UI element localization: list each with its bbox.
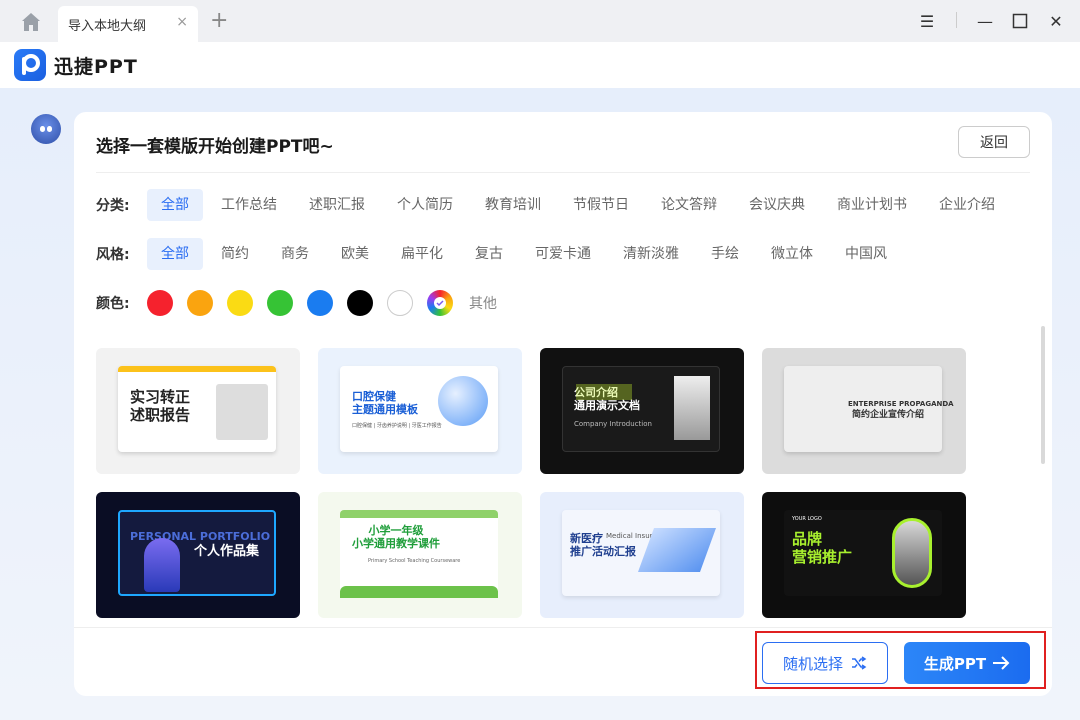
- style-filter: 风格: 全部 简约 商务 欧美 扁平化 复古 可爱卡通 清新淡雅 手绘 微立体 …: [96, 238, 905, 270]
- template-title: 口腔保健 主题通用模板: [352, 390, 418, 417]
- color-swatch-red[interactable]: [147, 290, 173, 316]
- template-card[interactable]: YOUR LOGO 品牌 营销推广: [762, 492, 966, 618]
- style-chip[interactable]: 微立体: [757, 238, 827, 270]
- template-subtitle: ENTERPRISE PROPAGANDA: [848, 400, 954, 408]
- template-card[interactable]: 口腔保健 主题通用模板 口腔保健 | 牙齿养护说明 | 牙医工作报告: [318, 348, 522, 474]
- color-swatch-blue[interactable]: [307, 290, 333, 316]
- category-chip-all[interactable]: 全部: [147, 189, 203, 221]
- minimize-icon[interactable]: —: [974, 10, 996, 32]
- style-chip[interactable]: 扁平化: [387, 238, 457, 270]
- template-title: 个人作品集: [194, 544, 260, 559]
- home-icon[interactable]: [20, 12, 42, 32]
- template-title: 品牌 营销推广: [792, 530, 853, 566]
- template-card[interactable]: 新医疗 推广活动汇报 Medical Insurance: [540, 492, 744, 618]
- add-tab-icon[interactable]: +: [210, 10, 228, 32]
- window-separator: [956, 12, 957, 28]
- template-card[interactable]: 公司介绍 通用演示文档 Company Introduction: [540, 348, 744, 474]
- category-chip[interactable]: 述职汇报: [295, 189, 379, 221]
- category-chip[interactable]: 论文答辩: [647, 189, 731, 221]
- style-chip-all[interactable]: 全部: [147, 238, 203, 270]
- footer-divider: [74, 627, 1052, 628]
- tab-import-outline[interactable]: 导入本地大纲 ×: [58, 6, 198, 42]
- style-chip[interactable]: 可爱卡通: [521, 238, 605, 270]
- menu-icon[interactable]: ☰: [916, 10, 938, 32]
- divider: [96, 172, 1030, 173]
- category-chip[interactable]: 商业计划书: [823, 189, 921, 221]
- style-chip[interactable]: 手绘: [697, 238, 753, 270]
- template-subtitle: 口腔保健 | 牙齿养护说明 | 牙医工作报告: [352, 423, 442, 429]
- color-swatch-green[interactable]: [267, 290, 293, 316]
- template-card[interactable]: 小学一年级 小学通用教学课件 Primary School Teaching C…: [318, 492, 522, 618]
- style-chip[interactable]: 简约: [207, 238, 263, 270]
- color-swatch-yellow[interactable]: [227, 290, 253, 316]
- tab-close-icon[interactable]: ×: [176, 14, 188, 30]
- color-filter: 颜色: 其他: [96, 287, 497, 319]
- back-button[interactable]: 返回: [958, 126, 1030, 158]
- accent-bar: [576, 384, 632, 400]
- color-swatch-black[interactable]: [347, 290, 373, 316]
- category-chip[interactable]: 企业介绍: [925, 189, 1009, 221]
- template-card[interactable]: 实习转正 述职报告: [96, 348, 300, 474]
- tab-label: 导入本地大纲: [68, 19, 147, 34]
- category-chip[interactable]: 教育培训: [471, 189, 555, 221]
- app-name: 迅捷PPT: [54, 56, 138, 78]
- style-chip[interactable]: 清新淡雅: [609, 238, 693, 270]
- style-chip[interactable]: 欧美: [327, 238, 383, 270]
- category-filter: 分类: 全部 工作总结 述职汇报 个人简历 教育培训 节假节日 论文答辩 会议庆…: [96, 189, 1013, 221]
- template-subtitle: Company Introduction: [574, 420, 652, 428]
- style-chip[interactable]: 复古: [461, 238, 517, 270]
- template-title: 简约企业宣传介绍: [852, 410, 925, 420]
- color-swatch-custom[interactable]: [427, 290, 453, 316]
- template-card[interactable]: ENTERPRISE PROPAGANDA 简约企业宣传介绍: [762, 348, 966, 474]
- style-chip[interactable]: 商务: [267, 238, 323, 270]
- building-graphic: [674, 376, 710, 440]
- figure-graphic: [144, 538, 180, 592]
- check-icon: [434, 297, 446, 309]
- app-header: 迅捷PPT: [0, 42, 1080, 88]
- highlight-annotation: [755, 631, 1046, 689]
- style-label: 风格:: [96, 247, 130, 263]
- grass-graphic: [340, 586, 498, 598]
- app-logo-icon: [14, 49, 46, 81]
- template-subtitle: Primary School Teaching Courseware: [368, 558, 461, 564]
- color-label: 颜色:: [96, 296, 130, 312]
- color-swatch-orange[interactable]: [187, 290, 213, 316]
- category-chip[interactable]: 工作总结: [207, 189, 291, 221]
- category-chip[interactable]: 节假节日: [559, 189, 643, 221]
- tab-bar: 导入本地大纲 × + ☰ — ✕: [0, 0, 1080, 42]
- category-chip[interactable]: 会议庆典: [735, 189, 819, 221]
- assistant-avatar-icon: [31, 114, 61, 144]
- template-preview: [340, 510, 498, 596]
- category-chip[interactable]: 个人简历: [383, 189, 467, 221]
- template-title: 小学一年级 小学通用教学课件: [352, 524, 440, 551]
- color-swatch-white[interactable]: [387, 290, 413, 316]
- maximize-icon[interactable]: [1009, 10, 1031, 32]
- style-chip[interactable]: 中国风: [831, 238, 901, 270]
- template-preview: [784, 366, 942, 452]
- template-subtitle: YOUR LOGO: [792, 516, 822, 522]
- template-selection-card: 选择一套模版开始创建PPT吧~ 返回 分类: 全部 工作总结 述职汇报 个人简历…: [74, 112, 1052, 696]
- page-title: 选择一套模版开始创建PPT吧~: [96, 137, 334, 157]
- color-other-label[interactable]: 其他: [469, 293, 497, 313]
- figure-graphic: [892, 518, 932, 588]
- scrollbar[interactable]: [1041, 326, 1045, 464]
- template-title: 实习转正 述职报告: [130, 388, 191, 424]
- close-window-icon[interactable]: ✕: [1045, 10, 1067, 32]
- template-card[interactable]: PERSONAL PORTFOLIO 个人作品集: [96, 492, 300, 618]
- category-label: 分类:: [96, 198, 130, 214]
- template-grid: 实习转正 述职报告 口腔保健 主题通用模板 口腔保健 | 牙齿养护说明 | 牙医…: [96, 348, 976, 630]
- tooth-graphic: [438, 376, 488, 426]
- template-photo: [216, 384, 268, 440]
